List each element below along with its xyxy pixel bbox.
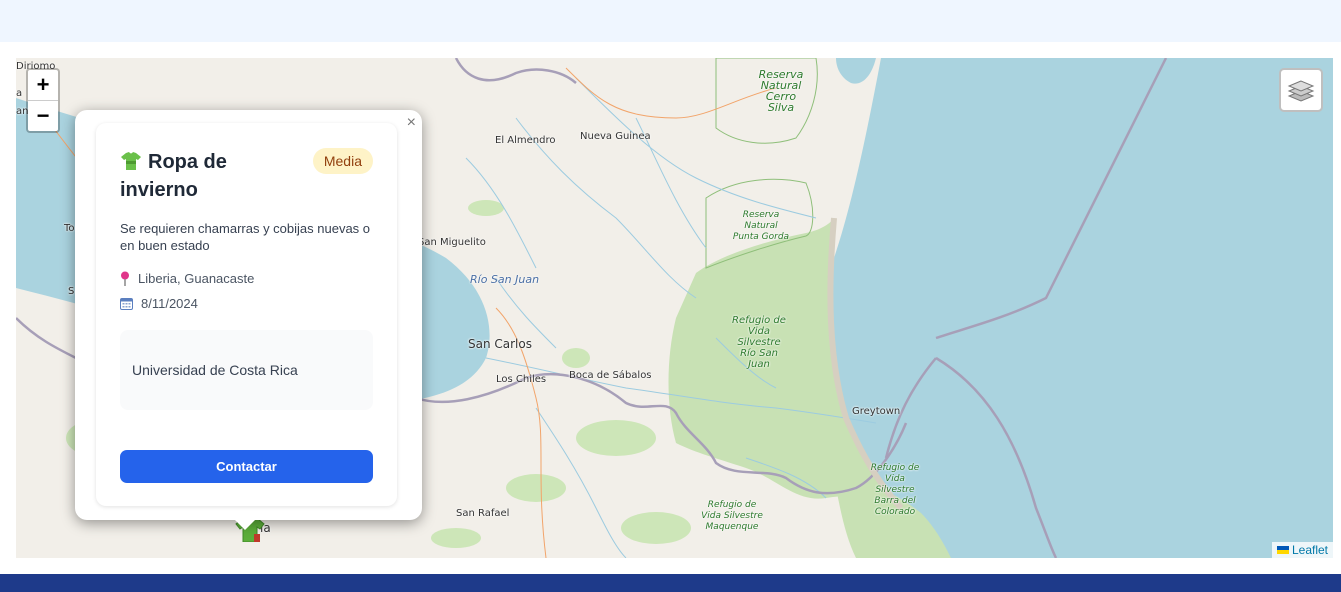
item-card: Ropa de invierno Media Se requieren cham… [96,123,397,506]
location-row: Liberia, Guanacaste [120,271,254,286]
label-el-almendro: El Almendro [495,135,556,146]
label-refugio-barra-colorado: Refugio de Vida Silvestre Barra del Colo… [870,463,920,517]
label-greytown: Greytown [852,406,901,417]
map-attribution[interactable]: Leaflet [1271,542,1333,558]
footer-band [0,574,1341,592]
pin-icon [121,271,129,286]
location-text: Liberia, Guanacaste [138,271,255,286]
popup-close-button[interactable]: × [407,114,416,132]
contact-button[interactable]: Contactar [120,450,373,483]
label-reserva-cerro-silva: Reserva Natural Cerro Silva [758,68,804,114]
popup-tip [233,518,257,530]
label-refugio-rio-san-juan: Refugio de Vida Silvestre Río San Juan [732,315,786,370]
label-edge-to: To [64,223,75,234]
label-nueva-guinea: Nueva Guinea [580,131,651,142]
header-band [0,0,1341,42]
label-san-miguelito: San Miguelito [418,237,486,248]
ukraine-flag-icon [1276,546,1289,554]
label-edge-a: a [16,88,23,99]
map-container[interactable]: Reserva Natural Cerro Silva Reserva Natu… [16,58,1333,558]
zoom-out-button[interactable]: − [28,100,58,131]
layers-icon [1287,80,1315,102]
label-reserva-punta-gorda: Reserva Natural Punta Gorda [732,210,790,242]
organization-box: Universidad de Costa Rica [120,330,373,410]
date-row: 8/11/2024 [120,296,198,311]
organization-name: Universidad de Costa Rica [132,362,298,378]
item-description: Se requieren chamarras y cobijas nuevas … [120,221,371,253]
zoom-in-button[interactable]: + [28,70,58,100]
date-text: 8/11/2024 [141,296,198,311]
label-rio-san-juan: Río San Juan [470,273,540,286]
priority-badge: Media [312,148,373,174]
calendar-icon [120,298,133,310]
label-edge-s: S [68,286,75,297]
shirt-icon [121,152,141,170]
label-san-carlos: San Carlos [468,337,532,351]
item-popup: × Ropa de invierno Media Se requieren ch… [75,110,422,520]
layers-button[interactable] [1279,68,1323,112]
zoom-control: + − [26,68,60,133]
label-refugio-maquenque: Refugio de Vida Silvestre Maquenque [701,500,763,532]
item-title: Ropa de invierno [120,148,300,204]
label-los-chiles: Los Chiles [496,374,547,385]
label-boca-de-sabalos: Boca de Sábalos [569,370,652,381]
label-san-rafael: San Rafael [456,508,510,519]
attribution-link[interactable]: Leaflet [1292,543,1328,557]
